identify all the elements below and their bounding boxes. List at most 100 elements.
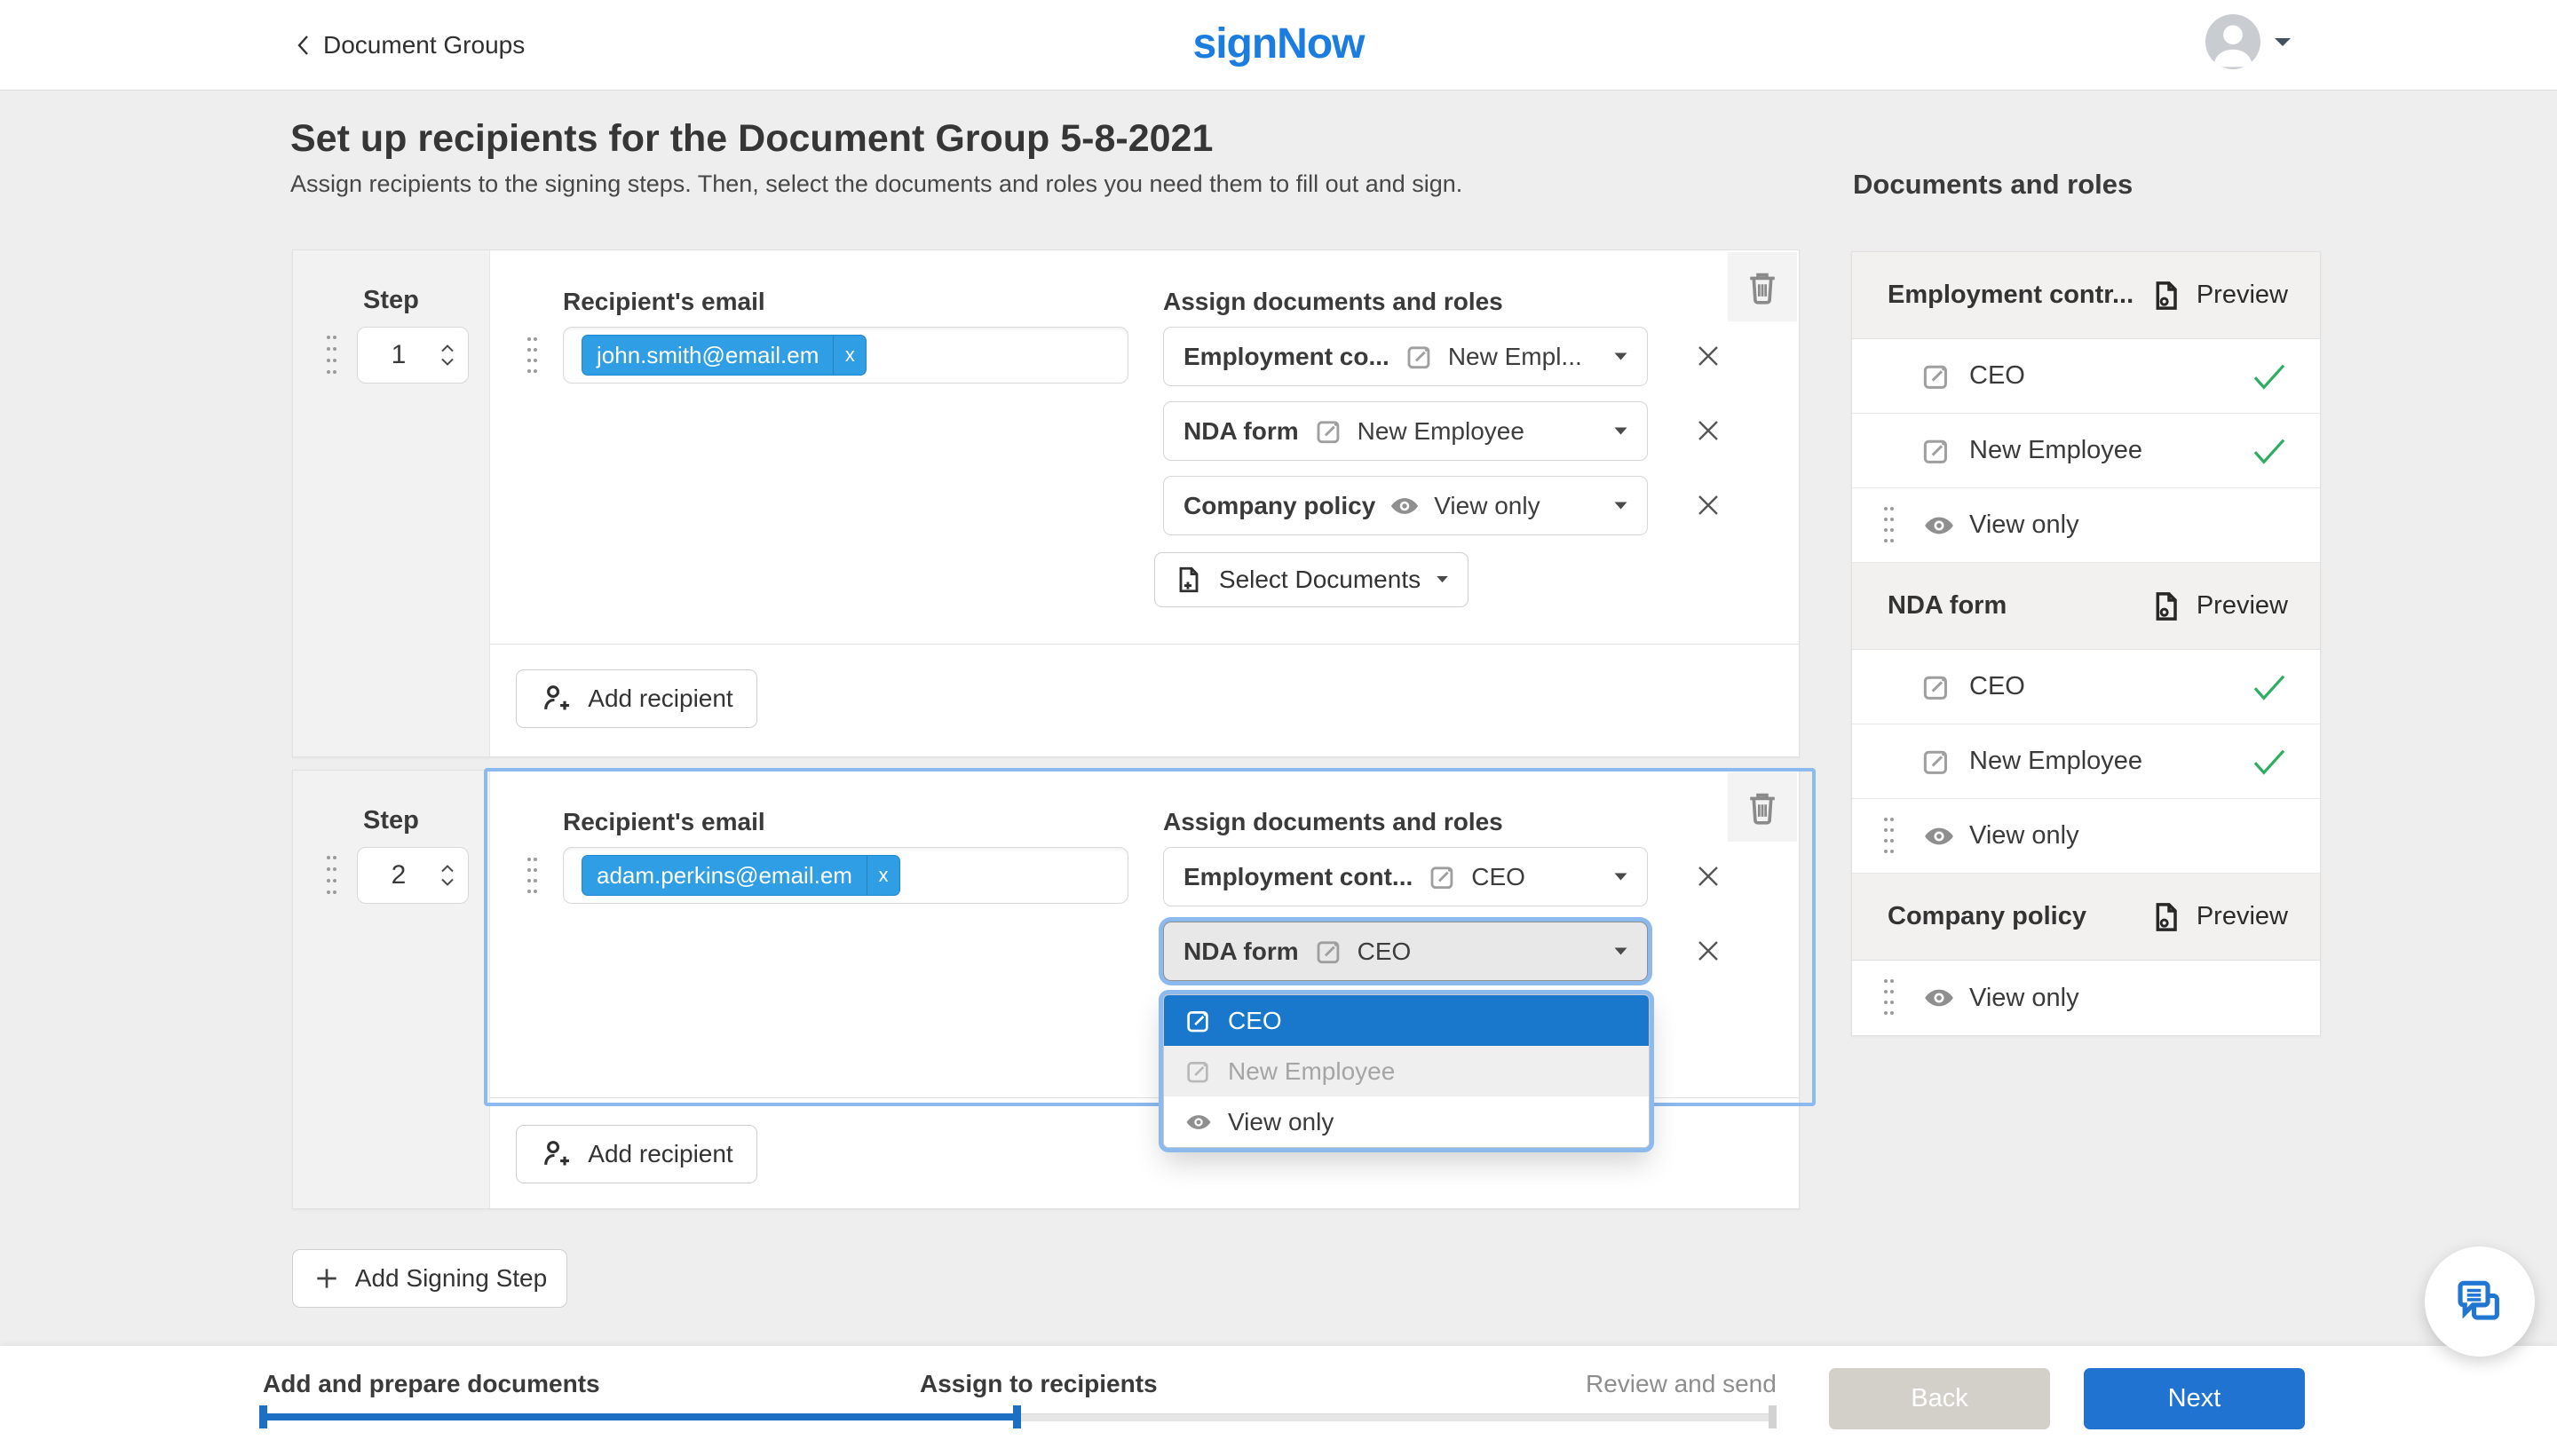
add-signing-step-label: Add Signing Step — [355, 1264, 547, 1293]
role-label: View only — [1969, 984, 2079, 1013]
remove-doc-row-icon[interactable] — [1692, 340, 1724, 372]
avatar — [2205, 14, 2260, 69]
remove-doc-row-icon[interactable] — [1692, 415, 1724, 447]
doc-role-row-company-policy[interactable]: Company policy View only — [1163, 476, 1648, 535]
step-number-spin-buttons[interactable] — [439, 344, 455, 367]
progress-step-label-3: Review and send — [1586, 1370, 1777, 1398]
document-name: Employment contr... — [1888, 281, 2133, 310]
role-option-new-employee[interactable]: New Employee — [1164, 1046, 1649, 1096]
add-recipient-button[interactable]: Add recipient — [516, 1125, 757, 1183]
drag-handle-icon[interactable] — [1882, 814, 1896, 859]
doc-role-row-nda[interactable]: NDA form New Employee — [1163, 401, 1648, 461]
recipient-drag-handle-icon[interactable] — [526, 854, 539, 898]
progress-tick-start — [259, 1405, 267, 1428]
delete-step-button[interactable] — [1728, 772, 1797, 842]
edit-role-icon — [1404, 341, 1436, 373]
back-button[interactable]: Back — [1829, 1368, 2050, 1429]
role-option-ceo[interactable]: CEO — [1164, 995, 1649, 1046]
panel-role-row: New Employee — [1852, 414, 2320, 488]
caret-down-icon — [1612, 500, 1629, 511]
edit-role-icon — [1920, 360, 1953, 393]
remove-doc-row-icon[interactable] — [1692, 489, 1724, 521]
role-name: New Employee — [1358, 417, 1524, 446]
doc-role-row-employment[interactable]: Employment cont... CEO — [1163, 847, 1648, 906]
role-option-view-only[interactable]: View only — [1164, 1096, 1649, 1147]
plus-icon — [313, 1264, 341, 1293]
remove-doc-row-icon[interactable] — [1692, 935, 1724, 967]
drag-handle-icon[interactable] — [1882, 503, 1896, 548]
step-number-stepper[interactable]: 1 — [357, 327, 469, 384]
add-recipient-button[interactable]: Add recipient — [516, 669, 757, 728]
assigned-check-icon — [2251, 671, 2288, 703]
caret-down-icon — [1612, 351, 1629, 362]
top-bar: Document Groups signNow — [0, 0, 2557, 91]
document-name: Company policy — [1888, 902, 2086, 931]
panel-role-row: New Employee — [1852, 724, 2320, 799]
back-to-document-groups-link[interactable]: Document Groups — [293, 0, 525, 90]
view-only-eye-icon — [1921, 819, 1957, 854]
role-label: New Employee — [1969, 747, 2142, 776]
progress-tick-current — [1013, 1405, 1021, 1428]
preview-document-icon — [2149, 278, 2184, 313]
step-increment-icon[interactable] — [439, 864, 455, 874]
doc-role-row-nda-focused[interactable]: NDA form CEO — [1163, 922, 1648, 981]
page-subtitle: Assign recipients to the signing steps. … — [290, 170, 1462, 198]
page-title: Set up recipients for the Document Group… — [290, 117, 1213, 161]
view-only-eye-icon — [1184, 1107, 1214, 1137]
progress-track-remaining — [1017, 1413, 1774, 1421]
recipient-drag-handle-icon[interactable] — [526, 334, 539, 378]
document-header-company-policy: Company policy Preview — [1852, 874, 2320, 961]
edit-role-icon — [1920, 670, 1953, 704]
assign-documents-label: Assign documents and roles — [1163, 288, 1503, 316]
doc-name: Employment cont... — [1184, 863, 1413, 891]
preview-button[interactable]: Preview — [2149, 899, 2288, 935]
step-increment-icon[interactable] — [439, 344, 455, 353]
bottom-progress-bar: Add and prepare documents Assign to reci… — [0, 1346, 2557, 1456]
role-option-label: View only — [1228, 1108, 1334, 1136]
add-signing-step-button[interactable]: Add Signing Step — [292, 1249, 567, 1308]
account-menu[interactable] — [2205, 14, 2292, 69]
step-number-stepper[interactable]: 2 — [357, 847, 469, 904]
email-chip: john.smith@email.em x — [582, 335, 867, 376]
delete-step-button[interactable] — [1728, 252, 1797, 321]
assign-documents-label: Assign documents and roles — [1163, 808, 1503, 836]
step-drag-handle-icon[interactable] — [325, 851, 338, 900]
recipient-email-input[interactable]: adam.perkins@email.em x — [563, 847, 1128, 904]
help-chat-button[interactable] — [2425, 1246, 2535, 1357]
signnow-logo: signNow — [1193, 20, 1365, 68]
assigned-check-icon — [2251, 746, 2288, 778]
step-column: Step 2 — [293, 771, 490, 1208]
email-chip-remove-icon[interactable]: x — [833, 336, 866, 375]
preview-label: Preview — [2197, 281, 2288, 310]
role-name: New Empl... — [1448, 343, 1582, 371]
recipient-email-input[interactable]: john.smith@email.em x — [563, 327, 1128, 384]
doc-role-row-employment[interactable]: Employment co... New Empl... — [1163, 327, 1648, 386]
drag-handle-icon[interactable] — [1882, 976, 1896, 1020]
email-chip-remove-icon[interactable]: x — [867, 856, 899, 895]
remove-doc-row-icon[interactable] — [1692, 860, 1724, 892]
role-label: CEO — [1969, 361, 2025, 391]
preview-button[interactable]: Preview — [2149, 278, 2288, 313]
select-documents-button[interactable]: Select Documents — [1154, 552, 1468, 607]
preview-label: Preview — [2197, 591, 2288, 621]
panel-role-row: CEO — [1852, 650, 2320, 724]
caret-down-icon — [1612, 946, 1629, 957]
preview-button[interactable]: Preview — [2149, 589, 2288, 624]
document-header-nda: NDA form Preview — [1852, 563, 2320, 650]
document-header-employment: Employment contr... Preview — [1852, 252, 2320, 339]
email-chip: adam.perkins@email.em x — [582, 855, 900, 896]
doc-name: NDA form — [1184, 938, 1299, 966]
card-divider — [490, 644, 1799, 645]
role-name: View only — [1434, 492, 1540, 520]
step-decrement-icon[interactable] — [439, 877, 455, 887]
step-decrement-icon[interactable] — [439, 357, 455, 367]
step-drag-handle-icon[interactable] — [325, 330, 338, 380]
next-button[interactable]: Next — [2084, 1368, 2305, 1429]
recipient-email-label: Recipient's email — [563, 808, 765, 836]
select-documents-label: Select Documents — [1219, 566, 1421, 594]
preview-label: Preview — [2197, 902, 2288, 931]
edit-role-icon — [1313, 936, 1345, 968]
edit-role-icon — [1920, 745, 1953, 779]
edit-role-icon — [1427, 861, 1459, 893]
step-number-spin-buttons[interactable] — [439, 864, 455, 887]
